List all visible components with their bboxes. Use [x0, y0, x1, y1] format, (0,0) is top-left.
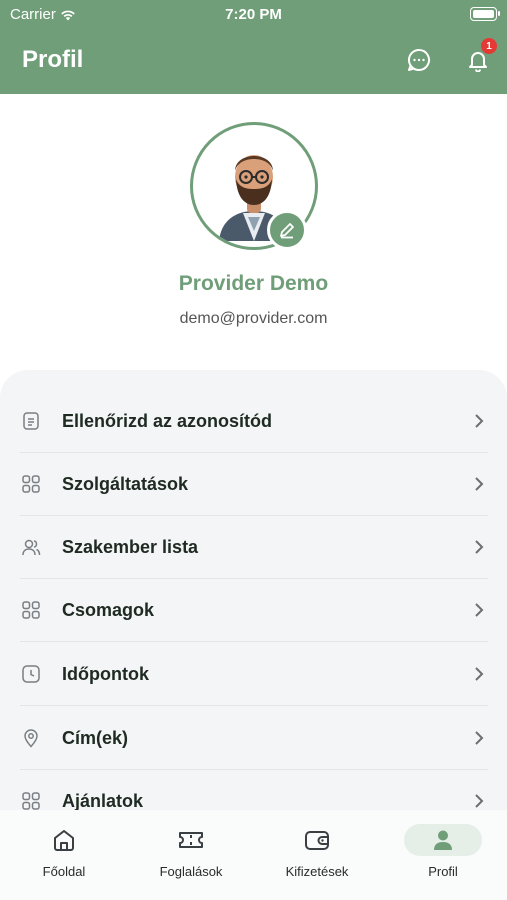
document-icon [20, 410, 42, 432]
menu-item-label: Szolgáltatások [62, 473, 189, 494]
menu-item-label: Ellenőrizd az azonosítód [62, 410, 273, 431]
bottom-tab-bar: Főoldal Foglalások Kifizetések Profil [0, 810, 507, 900]
tab-payments[interactable]: Kifizetések [254, 810, 380, 900]
menu-item-label: Ajánlatok [62, 790, 144, 811]
menu-item-label: Szakember lista [62, 536, 199, 557]
chevron-right-icon [470, 538, 488, 556]
app-header: Carrier 7:20 PM Profil 1 [0, 0, 507, 94]
status-time: 7:20 PM [225, 6, 282, 23]
users-icon [20, 536, 42, 558]
tab-label: Főoldal [42, 864, 86, 879]
menu-item-services[interactable]: Szolgáltatások [20, 453, 488, 516]
clock-icon [20, 663, 42, 685]
menu-item-specialist-list[interactable]: Szakember lista [20, 516, 488, 579]
grid-icon [20, 599, 42, 621]
profile-avatar-section [190, 122, 318, 250]
chat-icon [407, 48, 431, 71]
location-pin-icon [20, 727, 42, 749]
chevron-right-icon [470, 412, 488, 430]
menu-item-appointments[interactable]: Időpontok [20, 643, 488, 706]
profile-email: demo@provider.com [179, 310, 328, 327]
chat-button[interactable] [403, 44, 435, 76]
ticket-icon [152, 824, 230, 856]
home-icon [25, 824, 103, 856]
menu-item-packages[interactable]: Csomagok [20, 579, 488, 642]
chevron-right-icon [470, 601, 488, 619]
menu-item-offers[interactable]: Ajánlatok [20, 770, 488, 810]
pencil-icon [280, 223, 294, 239]
edit-avatar-button[interactable] [267, 210, 307, 250]
grid-icon [20, 473, 42, 495]
page-title: Profil [22, 46, 84, 73]
chevron-right-icon [470, 792, 488, 810]
profile-name: Provider Demo [178, 272, 329, 295]
profile-menu: Ellenőrizd az azonosítód Szolgáltatások … [0, 370, 507, 810]
menu-item-label: Időpontok [62, 663, 149, 684]
notifications-button[interactable]: 1 [462, 38, 497, 76]
tab-label: Foglalások [159, 864, 223, 879]
user-icon [404, 824, 482, 856]
menu-item-addresses[interactable]: Cím(ek) [20, 707, 488, 770]
battery-icon [470, 7, 500, 21]
tab-label: Kifizetések [285, 864, 349, 879]
tab-home[interactable]: Főoldal [1, 810, 127, 900]
grid-icon [20, 790, 42, 810]
wallet-icon [278, 824, 356, 856]
chevron-right-icon [470, 475, 488, 493]
notification-badge: 1 [481, 38, 497, 54]
tab-bookings[interactable]: Foglalások [128, 810, 254, 900]
menu-item-verify-id[interactable]: Ellenőrizd az azonosítód [20, 390, 488, 453]
menu-item-label: Csomagok [62, 599, 155, 620]
chevron-right-icon [470, 665, 488, 683]
tab-label: Profil [428, 864, 458, 879]
chevron-right-icon [470, 729, 488, 747]
menu-item-label: Cím(ek) [62, 727, 129, 748]
tab-profile[interactable]: Profil [380, 810, 506, 900]
status-bar: Carrier 7:20 PM [0, 0, 507, 30]
